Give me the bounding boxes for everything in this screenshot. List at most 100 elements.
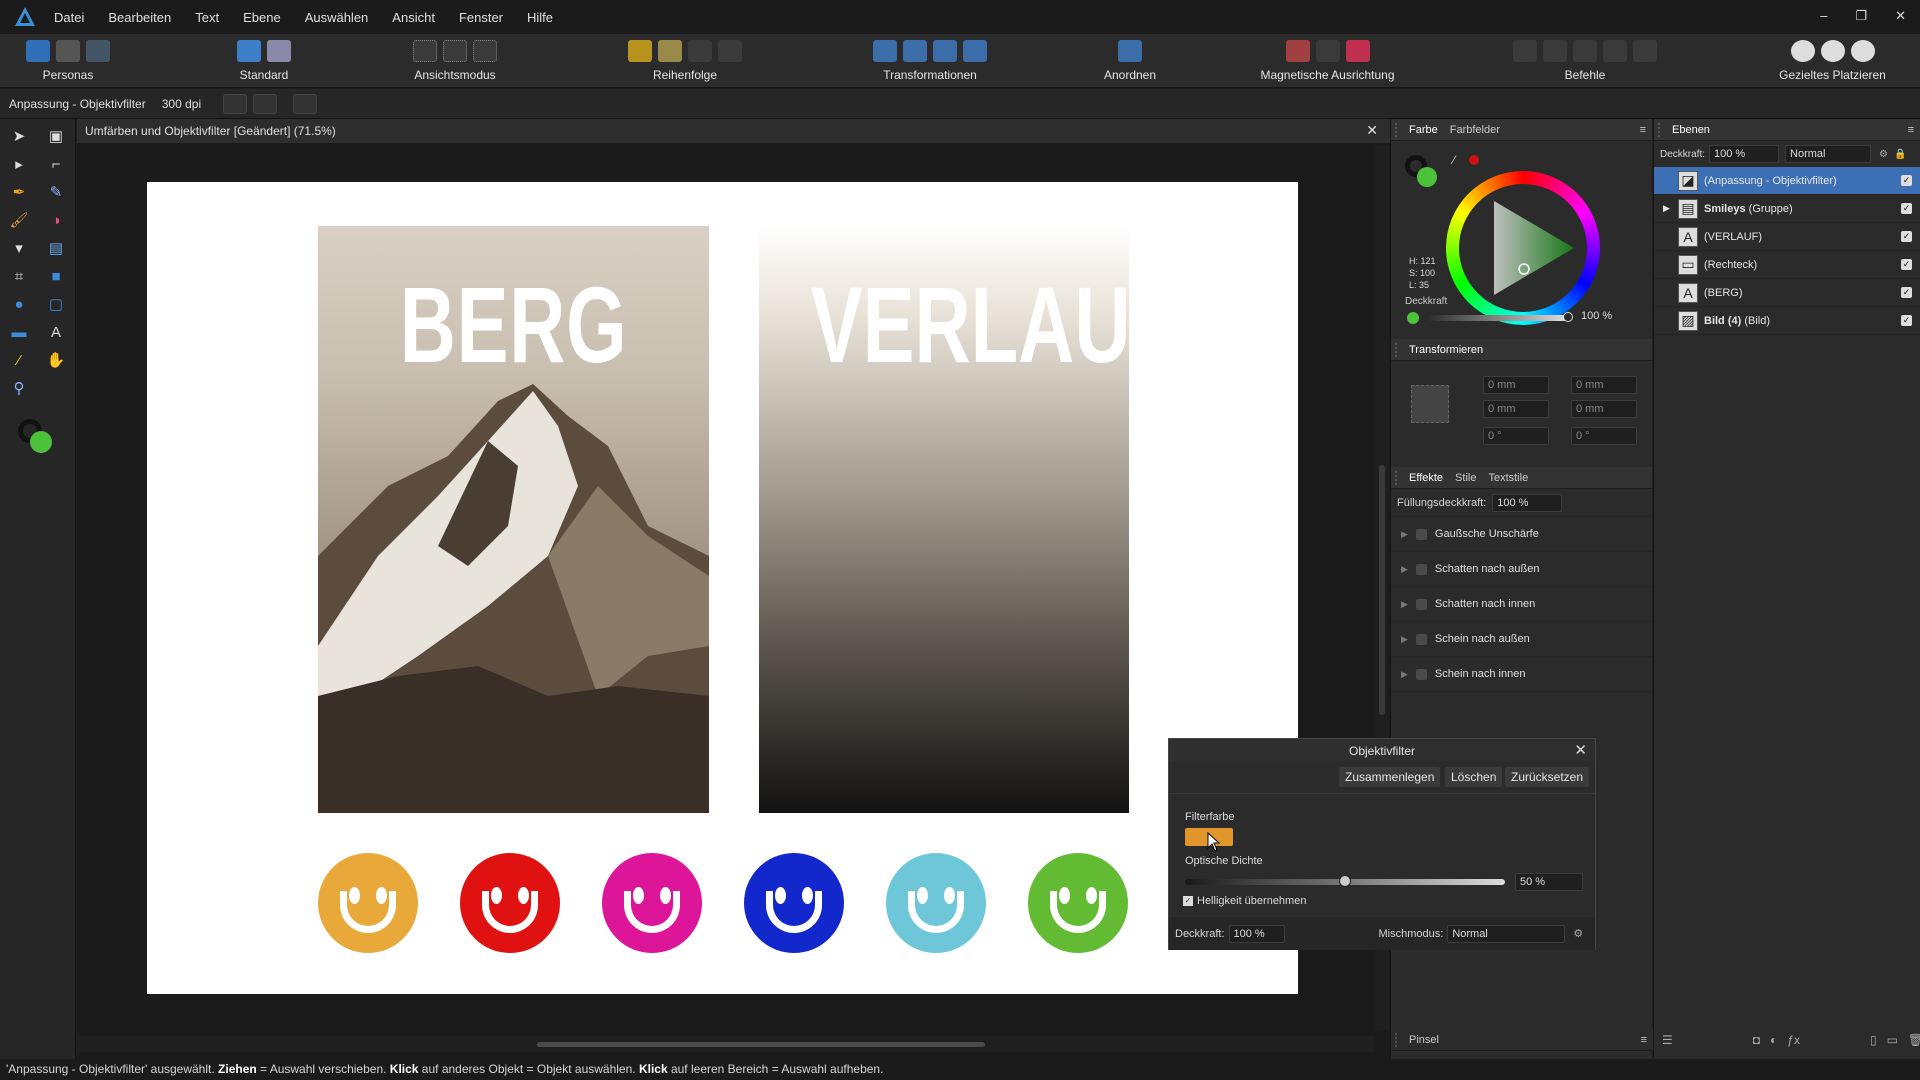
color-picker-tool-icon[interactable]: ◑ [44, 209, 68, 231]
smiley-face[interactable] [1028, 853, 1128, 953]
panel-grip-icon[interactable] [1395, 470, 1403, 485]
smiley-face[interactable] [744, 853, 844, 953]
transform-w-field[interactable]: 0 mm [1571, 376, 1637, 394]
flip-horizontal-icon[interactable] [873, 40, 897, 62]
panel-menu-icon[interactable]: ≡ [1641, 1034, 1647, 1046]
panel-grip-icon[interactable] [1658, 122, 1666, 137]
no-color-icon[interactable] [1469, 155, 1479, 165]
anchor-selector-icon[interactable] [1411, 385, 1449, 423]
ellipse-tool-icon[interactable]: ● [7, 293, 31, 315]
expand-arrow-icon[interactable]: ▶ [1401, 669, 1408, 680]
move-to-front-icon[interactable] [718, 40, 742, 62]
image-tool-icon[interactable]: ▤ [44, 237, 68, 259]
fill-tool-icon[interactable]: ▾ [7, 237, 31, 259]
panel-menu-icon[interactable]: ≡ [1908, 124, 1914, 136]
corner-tool-icon[interactable]: ⌐ [44, 153, 68, 175]
magnet-icon[interactable] [1345, 40, 1370, 62]
horizontal-scroll-thumb[interactable] [537, 1042, 985, 1047]
dialog-close-icon[interactable]: ✕ [1574, 741, 1587, 759]
menu-ansicht[interactable]: Ansicht [392, 10, 435, 25]
brightness-checkbox[interactable]: ✓ [1183, 896, 1193, 906]
tab-textstile[interactable]: Textstile [1482, 472, 1534, 484]
effect-checkbox[interactable] [1415, 563, 1427, 575]
snapping-grid-icon[interactable] [1285, 40, 1310, 62]
merge-button[interactable]: Zusammenlegen [1339, 767, 1441, 787]
move-back-icon[interactable] [658, 40, 682, 62]
panel-grip-icon[interactable] [1395, 342, 1403, 357]
layer-blend-select[interactable]: Normal [1785, 145, 1872, 163]
verlauf-text[interactable]: VERLAUF [811, 262, 1178, 387]
insert-inside-icon[interactable] [1850, 40, 1875, 62]
effect-inner-shadow[interactable]: ▶ Schatten nach innen [1391, 587, 1652, 622]
tab-effekte[interactable]: Effekte [1403, 472, 1449, 484]
dialog-blend-select[interactable]: Normal [1447, 924, 1566, 943]
speech-bubble-tool-icon[interactable]: ▬ [7, 321, 31, 343]
fx-icon[interactable]: ƒx [1787, 1033, 1800, 1047]
designer-persona-icon[interactable] [26, 40, 50, 62]
add-pixel-layer-icon[interactable]: ▯ [1870, 1033, 1877, 1047]
expand-arrow-icon[interactable]: ▶ [1401, 564, 1408, 575]
transform-rotation-field[interactable]: 0 ° [1483, 427, 1549, 445]
color-wheel[interactable] [1446, 171, 1600, 325]
export-persona-icon[interactable] [86, 40, 110, 62]
rotate-right-icon[interactable] [963, 40, 987, 62]
layer-row[interactable]: ◪ (Anpassung - Objektivfilter) ✓ [1654, 167, 1920, 195]
menu-auswaehlen[interactable]: Auswählen [305, 10, 369, 25]
smiley-face[interactable] [602, 853, 702, 953]
effect-checkbox[interactable] [1415, 598, 1427, 610]
boolean-subtract-icon[interactable] [1543, 40, 1567, 62]
layer-row[interactable]: ▨ Bild (4) (Bild) ✓ [1654, 307, 1920, 335]
transform-y-field[interactable]: 0 mm [1483, 400, 1549, 418]
effect-checkbox[interactable] [1415, 633, 1427, 645]
transform-x-field[interactable]: 0 mm [1483, 376, 1549, 394]
boolean-divide-icon[interactable] [1633, 40, 1657, 62]
reset-button[interactable]: Zurücksetzen [1505, 767, 1590, 787]
dialog-settings-icon[interactable]: ⚙ [1573, 927, 1583, 940]
snapping-options-icon[interactable] [1315, 40, 1340, 62]
layer-settings-icon[interactable]: ⚙ [1879, 149, 1888, 160]
panel-grip-icon[interactable] [1395, 1032, 1403, 1047]
density-slider-handle[interactable] [1339, 875, 1351, 887]
color-opacity-handle[interactable] [1563, 312, 1573, 322]
layer-visibility-checkbox[interactable]: ✓ [1901, 175, 1912, 186]
boolean-intersect-icon[interactable] [1573, 40, 1597, 62]
density-value-field[interactable]: 50 % [1515, 873, 1583, 891]
close-document-icon[interactable]: ✕ [1366, 122, 1378, 139]
minimize-button[interactable]: – [1820, 8, 1827, 24]
layer-visibility-checkbox[interactable]: ✓ [1901, 315, 1912, 326]
eyedropper-tool-icon[interactable]: ⁄ [7, 349, 31, 371]
layer-lock-icon[interactable]: 🔒 [1894, 149, 1906, 160]
effect-inner-glow[interactable]: ▶ Schein nach innen [1391, 657, 1652, 692]
layer-visibility-checkbox[interactable]: ✓ [1901, 231, 1912, 242]
transform-h-field[interactable]: 0 mm [1571, 400, 1637, 418]
color-opacity-slider[interactable] [1427, 315, 1567, 321]
pencil-tool-icon[interactable]: ✎ [44, 181, 68, 203]
menu-bearbeiten[interactable]: Bearbeiten [108, 10, 171, 25]
restore-button[interactable]: ❐ [1855, 8, 1867, 24]
horizontal-scrollbar[interactable] [77, 1036, 1375, 1052]
effect-checkbox[interactable] [1415, 528, 1427, 540]
crop-tool-icon[interactable]: ⌗ [7, 265, 31, 287]
layer-visibility-checkbox[interactable]: ✓ [1901, 259, 1912, 270]
effect-outer-glow[interactable]: ▶ Schein nach außen [1391, 622, 1652, 657]
boolean-add-icon[interactable] [1513, 40, 1537, 62]
vertical-scroll-thumb[interactable] [1379, 465, 1385, 715]
view-mode-1-icon[interactable] [413, 40, 437, 62]
smiley-face[interactable] [460, 853, 560, 953]
add-layer-icon[interactable]: ▭ [1887, 1033, 1898, 1047]
effect-checkbox[interactable] [1415, 668, 1427, 680]
tab-farbfelder[interactable]: Farbfelder [1444, 124, 1506, 136]
node-tool-icon[interactable]: ▸ [7, 153, 31, 175]
expand-arrow-icon[interactable]: ▶ [1401, 634, 1408, 645]
transform-shear-field[interactable]: 0 ° [1571, 427, 1637, 445]
menu-text[interactable]: Text [195, 10, 219, 25]
berg-text[interactable]: BERG [373, 262, 655, 387]
effect-outer-shadow[interactable]: ▶ Schatten nach außen [1391, 552, 1652, 587]
adjustment-icon[interactable]: ◐ [1770, 1033, 1777, 1047]
snapping-context-button[interactable] [293, 93, 318, 114]
align-icon[interactable] [1118, 40, 1142, 62]
tab-stile[interactable]: Stile [1449, 472, 1482, 484]
text-tool-icon[interactable]: A [44, 321, 68, 343]
layer-row[interactable]: ▭ (Rechteck) ✓ [1654, 251, 1920, 279]
document-tab[interactable]: Umfärben und Objektivfilter [Geändert] (… [77, 119, 1390, 143]
